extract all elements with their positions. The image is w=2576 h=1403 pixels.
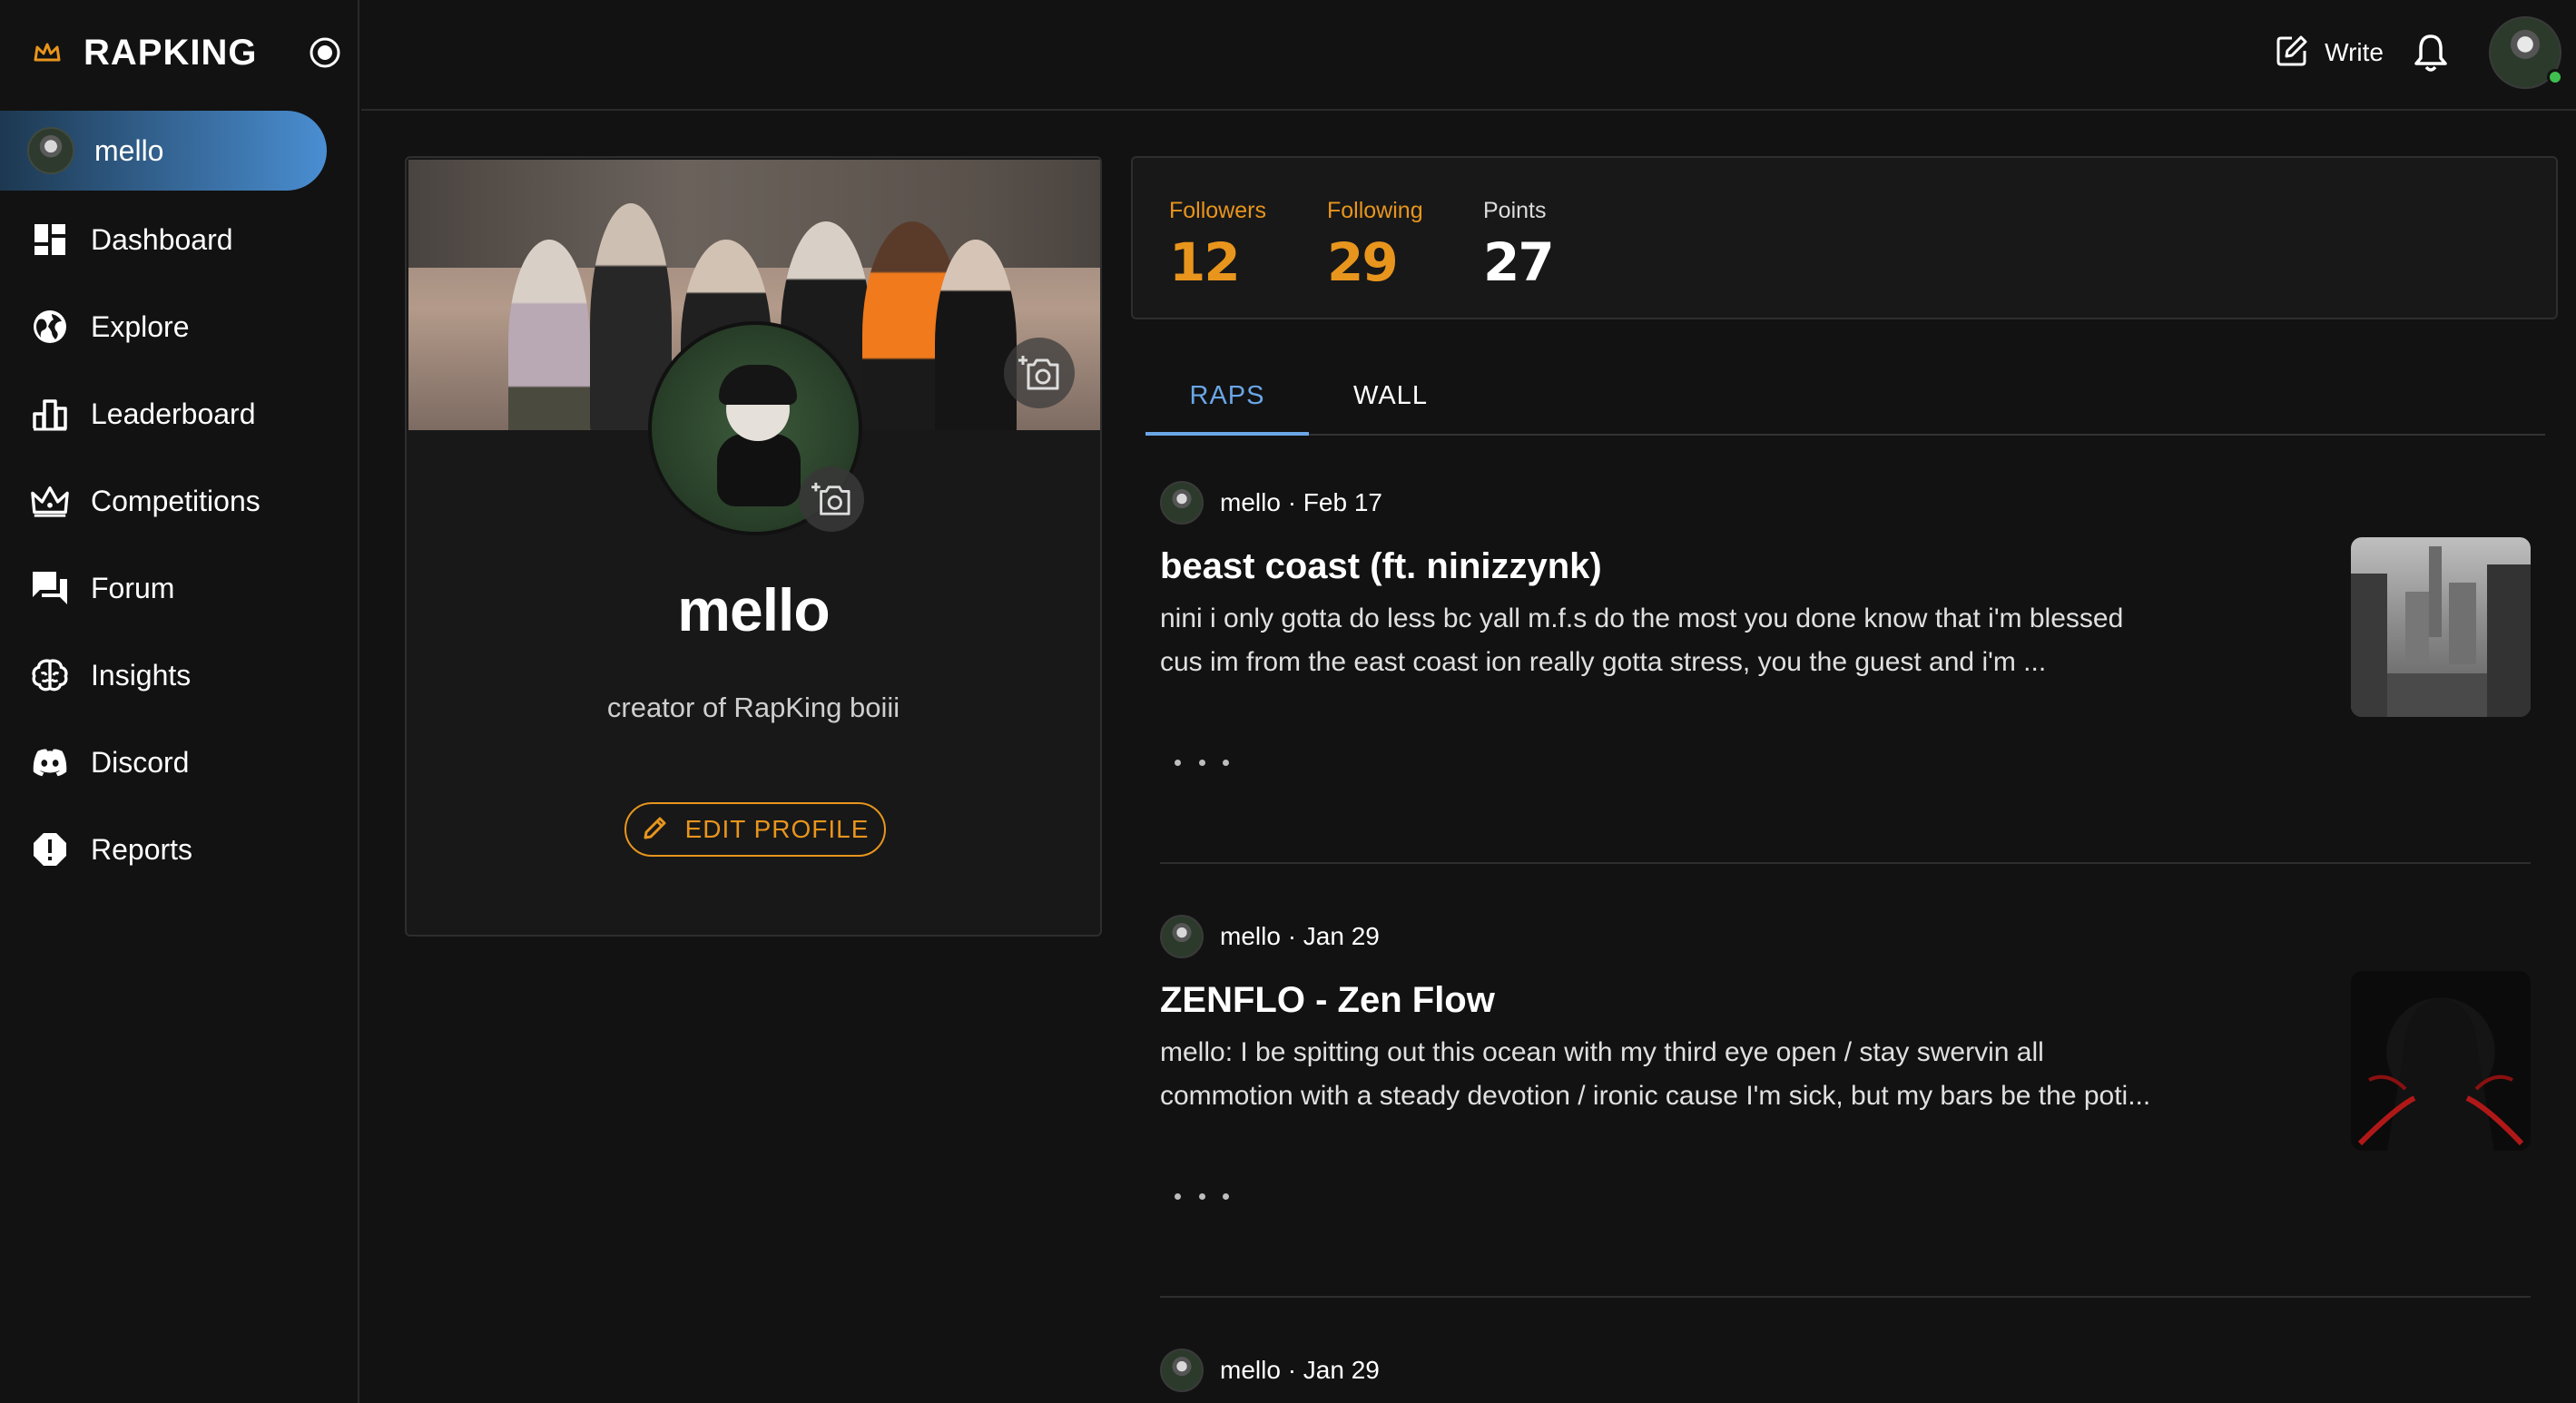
sidebar-item-profile[interactable]: mello bbox=[0, 111, 327, 191]
sidebar-item-explore[interactable]: Explore bbox=[0, 290, 327, 363]
sidebar-item-competitions[interactable]: Competitions bbox=[0, 465, 327, 537]
top-bar: Write bbox=[361, 0, 2576, 111]
online-status-indicator bbox=[2547, 69, 2563, 85]
post-title[interactable]: ZENFLO - Zen Flow bbox=[1160, 980, 1495, 1021]
avatar bbox=[1160, 915, 1204, 958]
globe-icon bbox=[31, 308, 69, 346]
leaderboard-icon bbox=[31, 395, 69, 433]
divider bbox=[1160, 1296, 2531, 1298]
following-count: 29 bbox=[1327, 231, 1399, 293]
sidebar-item-discord[interactable]: Discord bbox=[0, 726, 327, 799]
tab-wall[interactable]: WALL bbox=[1318, 356, 1463, 436]
followers-label: Followers bbox=[1169, 198, 1266, 223]
write-button[interactable]: Write bbox=[2276, 33, 2384, 73]
post-author-date: mello · Jan 29 bbox=[1220, 1356, 1380, 1384]
stats-card: Followers 12 Following 29 Points 27 bbox=[1131, 156, 2558, 319]
brain-icon bbox=[31, 656, 69, 694]
sidebar-item-label: Discord bbox=[91, 745, 190, 779]
sidebar-item-label: Explore bbox=[91, 309, 190, 343]
divider bbox=[1160, 862, 2531, 864]
post-meta: mello · Feb 17 bbox=[1160, 481, 1382, 525]
points-count: 27 bbox=[1483, 231, 1555, 293]
pencil-icon bbox=[642, 814, 669, 846]
post-meta: mello · Jan 29 bbox=[1160, 915, 1380, 958]
post-excerpt-line: nini i only gotta do less bc yall m.f.s … bbox=[1160, 603, 2124, 633]
sidebar-item-label: Leaderboard bbox=[91, 397, 256, 430]
banner-camera-icon[interactable] bbox=[1004, 338, 1075, 408]
profile-tabs: RAPS WALL bbox=[1145, 356, 2545, 436]
tab-raps[interactable]: RAPS bbox=[1145, 356, 1309, 436]
more-options-icon[interactable] bbox=[1175, 1187, 1229, 1205]
avatar bbox=[1160, 1349, 1204, 1392]
profile-name: mello bbox=[677, 576, 830, 643]
sidebar-item-label: Forum bbox=[91, 571, 175, 604]
post-excerpt-line: commotion with a steady devotion / ironi… bbox=[1160, 1081, 2151, 1111]
write-label: Write bbox=[2325, 38, 2384, 66]
post-thumbnail[interactable] bbox=[2351, 537, 2531, 717]
post-excerpt: mello: I be spitting out this ocean with… bbox=[1160, 1031, 2304, 1118]
sidebar-item-label: Insights bbox=[91, 658, 192, 692]
sidebar-item-leaderboard[interactable]: Leaderboard bbox=[0, 378, 327, 450]
sidebar-item-label: mello bbox=[94, 133, 164, 167]
followers-stat[interactable]: Followers 12 bbox=[1169, 198, 1266, 293]
active-tab-indicator bbox=[1145, 432, 1309, 436]
points-label: Points bbox=[1483, 198, 1547, 223]
avatar-camera-icon[interactable] bbox=[799, 466, 864, 532]
post-title[interactable]: beast coast (ft. ninizzynk) bbox=[1160, 546, 1602, 587]
list-item[interactable]: mello · Jan 29 bbox=[1160, 1349, 2531, 1403]
forum-icon bbox=[31, 569, 69, 607]
list-item[interactable]: mello · Feb 17 beast coast (ft. ninizzyn… bbox=[1160, 481, 2531, 866]
sidebar-item-dashboard[interactable]: Dashboard bbox=[0, 203, 327, 276]
post-meta: mello · Jan 29 bbox=[1160, 1349, 1380, 1392]
list-item[interactable]: mello · Jan 29 ZENFLO - Zen Flow mello: … bbox=[1160, 915, 2531, 1300]
brand-header: RAPKING bbox=[33, 27, 341, 78]
avatar bbox=[1160, 481, 1204, 525]
sidebar-item-reports[interactable]: Reports bbox=[0, 813, 327, 886]
post-author-date: mello · Jan 29 bbox=[1220, 922, 1380, 950]
sidebar: RAPKING mello Dashboard Explore Leaderbo… bbox=[0, 0, 359, 1403]
crown-icon bbox=[31, 482, 69, 520]
post-excerpt-line: cus im from the east coast ion really go… bbox=[1160, 647, 2047, 677]
profile-bio: creator of RapKing boiii bbox=[606, 692, 900, 723]
sidebar-item-forum[interactable]: Forum bbox=[0, 552, 327, 624]
edit-profile-button[interactable]: EDIT PROFILE bbox=[624, 802, 886, 857]
post-author-date: mello · Feb 17 bbox=[1220, 488, 1382, 516]
theme-toggle-icon[interactable] bbox=[309, 36, 341, 69]
points-stat: Points 27 bbox=[1483, 198, 1555, 293]
sidebar-item-label: Reports bbox=[91, 832, 193, 866]
following-label: Following bbox=[1327, 198, 1423, 223]
report-icon bbox=[31, 830, 69, 868]
notification-bell-icon[interactable] bbox=[2409, 31, 2453, 74]
more-options-icon[interactable] bbox=[1175, 753, 1229, 771]
edit-profile-label: EDIT PROFILE bbox=[684, 815, 870, 843]
sidebar-item-label: Dashboard bbox=[91, 222, 233, 256]
discord-icon bbox=[31, 743, 69, 781]
post-excerpt-line: mello: I be spitting out this ocean with… bbox=[1160, 1037, 2044, 1067]
avatar bbox=[27, 127, 74, 174]
profile-card: mello creator of RapKing boiii EDIT PROF… bbox=[405, 156, 1102, 937]
brand-name[interactable]: RAPKING bbox=[84, 33, 257, 74]
sidebar-item-label: Competitions bbox=[91, 484, 261, 517]
followers-count: 12 bbox=[1169, 231, 1241, 293]
sidebar-item-insights[interactable]: Insights bbox=[0, 639, 327, 711]
following-stat[interactable]: Following 29 bbox=[1327, 198, 1423, 293]
post-excerpt: nini i only gotta do less bc yall m.f.s … bbox=[1160, 597, 2304, 684]
crown-logo-icon bbox=[33, 38, 62, 67]
edit-square-icon bbox=[2276, 34, 2308, 72]
dashboard-icon bbox=[31, 221, 69, 259]
post-thumbnail[interactable] bbox=[2351, 971, 2531, 1151]
